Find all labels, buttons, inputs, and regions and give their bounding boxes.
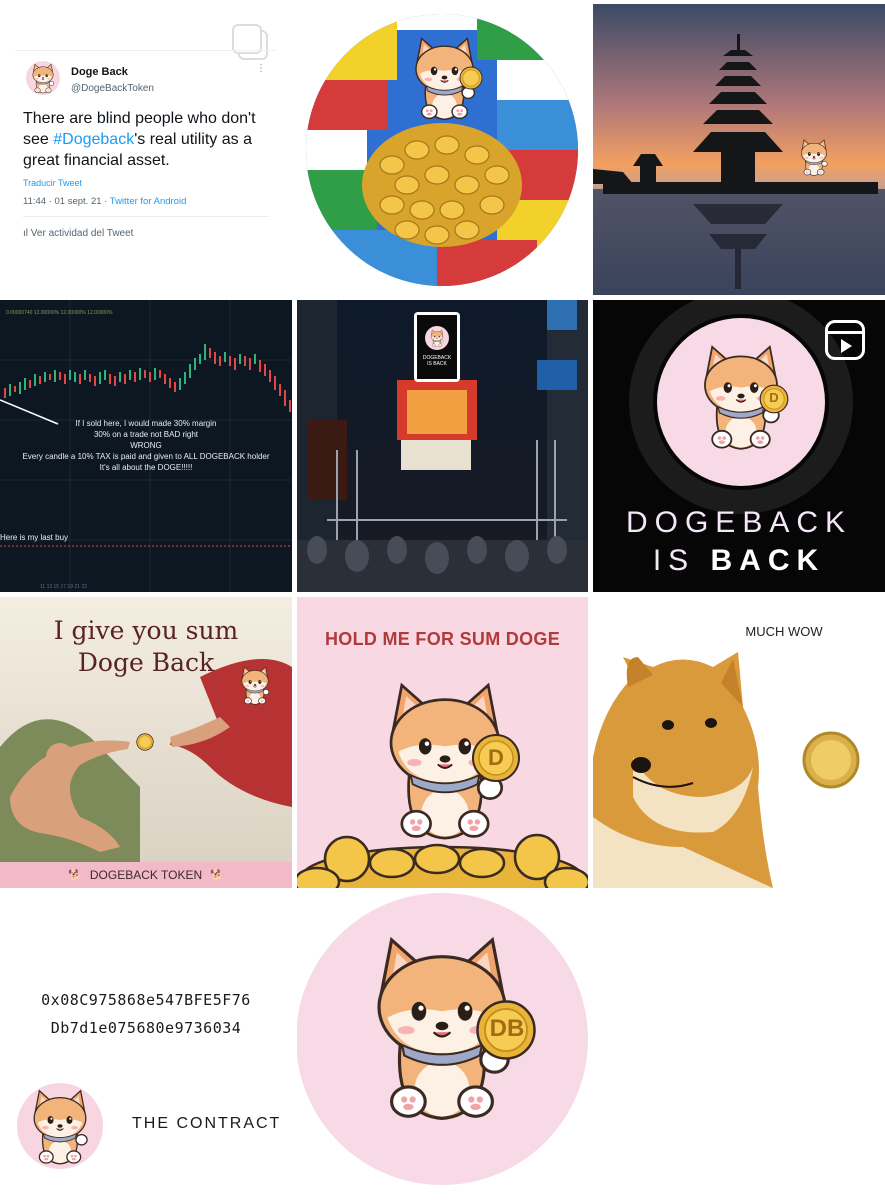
divider xyxy=(23,216,269,217)
tweet-post[interactable]: Doge Back @DogeBackToken ⋮ There are bli… xyxy=(0,0,292,296)
times-square-post[interactable]: DOGEBACK IS BACK xyxy=(297,300,588,592)
tweet-avatar[interactable] xyxy=(26,61,60,95)
reel-coin-label: D xyxy=(769,390,779,405)
contract-address-line1[interactable]: 0x08C975868e547BFE5F76 xyxy=(0,991,292,1009)
bar-chart-icon: ıl xyxy=(23,228,31,239)
much-wow-title: MUCH WOW xyxy=(745,624,823,639)
tweet-meta: 11:44 · 01 sept. 21 · Twitter for Androi… xyxy=(23,196,187,207)
tweet-author-name[interactable]: Doge Back xyxy=(71,66,128,78)
chart-note-last-buy: Here is my last buy xyxy=(0,533,69,542)
tweet-source-link[interactable]: Twitter for Android xyxy=(110,196,187,207)
shiba-icon: 🐕 xyxy=(68,869,82,882)
card-stack-icon xyxy=(232,24,272,64)
hold-me-post[interactable]: HOLD ME FOR SUM DOGE D xyxy=(297,597,588,888)
hashtag-link[interactable]: #Dogeback xyxy=(53,131,134,148)
svg-text:0.00000740 12.00000% 12.0000: 0.00000740 12.00000% 12.00000% 12.00000% xyxy=(6,310,113,316)
contract-label: THE CONTRACT xyxy=(132,1115,282,1132)
reel-post[interactable]: D DOGEBACK IS BACK xyxy=(593,300,885,592)
contract-post[interactable]: 0x08C975868e547BFE5F76 Db7d1e075680e9736… xyxy=(0,893,292,1200)
translate-tweet-link[interactable]: Traducir Tweet xyxy=(23,178,82,188)
reel-title-line1: DOGEBACK xyxy=(625,506,853,539)
reel-title-line2: IS BACK xyxy=(652,544,826,577)
trading-chart-post[interactable]: 0.00000740 12.00000% 12.00000% 12.00000% xyxy=(0,300,292,592)
billboard-text: DOGEBACK IS BACK xyxy=(422,355,452,367)
reels-icon[interactable] xyxy=(825,320,865,360)
much-wow-post[interactable]: MUCH WOW xyxy=(593,597,885,888)
meme-title: I give you sum Doge Back xyxy=(53,616,239,677)
svg-text:11 13 15 17 19: 11 13 15 17 19 21 23 xyxy=(40,584,87,590)
contract-address-line2[interactable]: Db7d1e075680e9736034 xyxy=(0,1019,292,1037)
meme-footer: 🐕 DOGEBACK TOKEN 🐕 xyxy=(0,862,292,888)
tweet-text: There are blind people who don't see #Do… xyxy=(23,110,256,169)
temple-sunset-post[interactable] xyxy=(593,4,885,295)
logo-post[interactable]: DB xyxy=(297,893,588,1193)
logo-coin-label: DB xyxy=(489,1015,525,1042)
flags-globe-post[interactable] xyxy=(297,0,588,296)
hold-title: HOLD ME FOR SUM DOGE xyxy=(325,629,560,649)
logo-avatar xyxy=(17,1083,103,1169)
tweet-author-handle[interactable]: @DogeBackToken xyxy=(71,83,154,94)
creation-meme-post[interactable]: I give you sum Doge Back 🐕 DOGEBACK TOKE… xyxy=(0,597,292,888)
chart-annotation: If I sold here, I would made 30% margin … xyxy=(22,419,270,472)
hold-coin-label: D xyxy=(488,745,504,770)
more-icon[interactable]: ⋮ xyxy=(256,63,267,74)
tweet-activity-link[interactable]: ıl Ver actividad del Tweet xyxy=(23,228,133,239)
shiba-icon: 🐕 xyxy=(210,869,224,882)
